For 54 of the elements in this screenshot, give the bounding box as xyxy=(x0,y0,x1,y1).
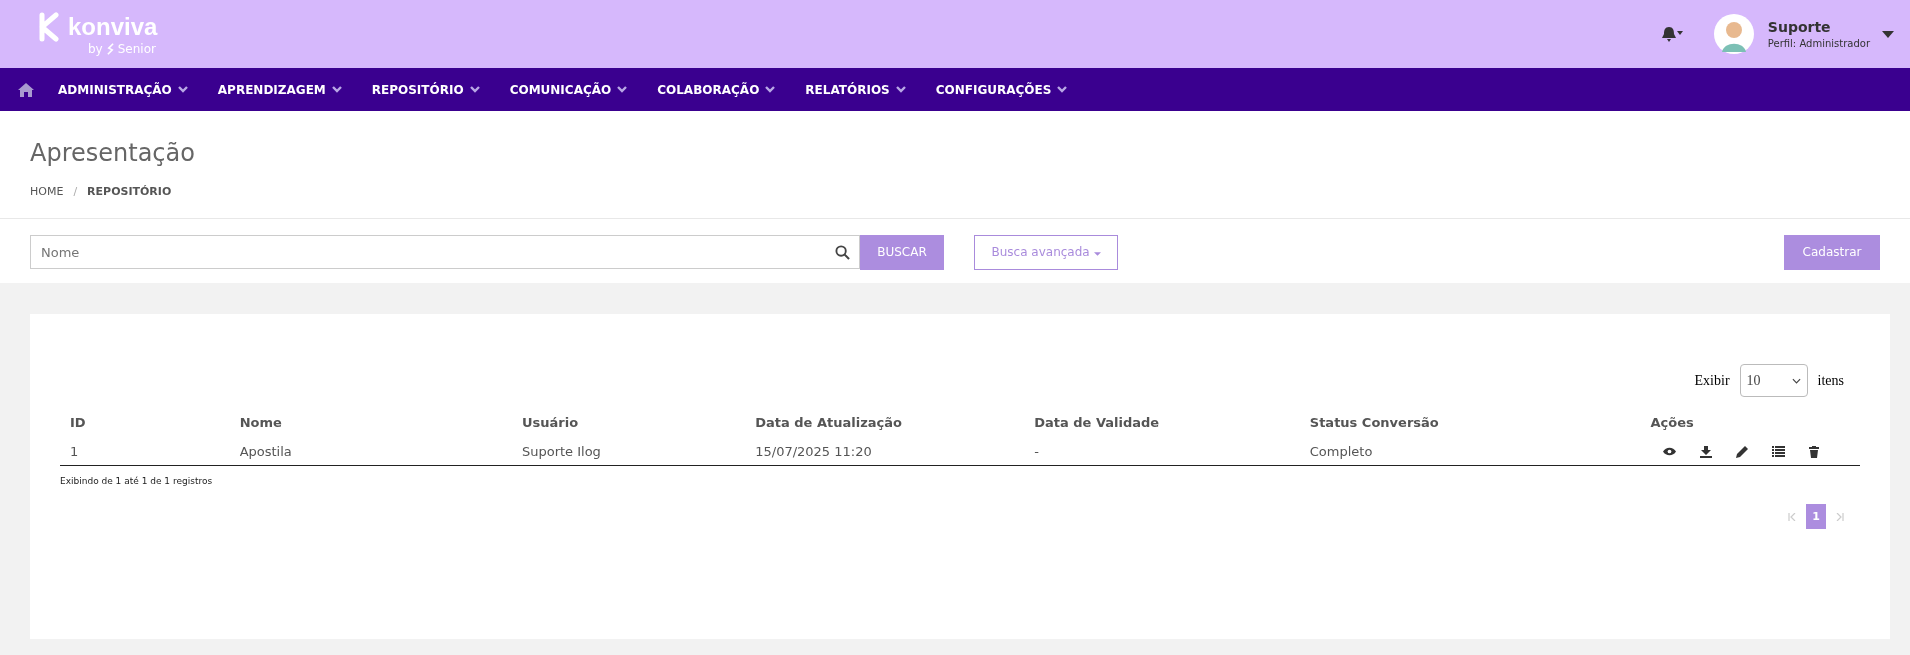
chevron-icon[interactable] xyxy=(1057,86,1068,93)
page-title: Apresentação xyxy=(30,138,196,167)
nav-menu-item[interactable]: APRENDIZAGEM xyxy=(217,82,342,97)
page-size-select[interactable]: 10 xyxy=(1739,364,1808,397)
chevron-icon xyxy=(1791,377,1801,384)
user-profile: Perfil: Administrador xyxy=(1767,38,1870,49)
chevron-icon[interactable] xyxy=(469,86,480,93)
column-header: Nome xyxy=(238,414,283,432)
page-size-label: Exibir xyxy=(1694,372,1730,389)
caret-icon xyxy=(1093,252,1101,256)
logo-icon xyxy=(38,12,62,42)
chevron-icon[interactable] xyxy=(895,86,906,93)
column-header: Ações xyxy=(1649,414,1695,432)
nav-menu-item[interactable]: CONFIGURAÇÕES xyxy=(935,82,1068,97)
column-header: ID xyxy=(69,414,87,432)
breadcrumb-link[interactable]: REPOSITÓRIO xyxy=(87,185,172,198)
table-cell: Suporte Ilog xyxy=(511,438,746,466)
nav-menu-item[interactable]: COLABORAÇÃO xyxy=(657,82,776,97)
caret-icon[interactable] xyxy=(1882,30,1894,38)
table-cell: Completo xyxy=(1299,438,1641,466)
column-header: Status Conversão xyxy=(1308,414,1440,432)
chevron-icon[interactable] xyxy=(765,86,776,93)
column-header: Data de Validade xyxy=(1033,414,1161,432)
table-cell: 15/07/2025 11:20 xyxy=(745,438,1025,466)
breadcrumb-link[interactable]: HOME xyxy=(30,185,64,198)
partner-name: Senior xyxy=(117,42,156,56)
nav-menu-item[interactable]: ADMINISTRAÇÃO xyxy=(58,82,188,97)
search-field[interactable]: Nome xyxy=(30,235,860,269)
bell-icon[interactable] xyxy=(1661,26,1684,42)
breadcrumb-separator: / xyxy=(73,185,78,198)
home-icon[interactable] xyxy=(18,82,34,97)
chevron-icon[interactable] xyxy=(177,86,188,93)
s-logo-icon xyxy=(105,42,115,56)
table-cell: Apostila xyxy=(229,438,512,466)
table-cell: - xyxy=(1024,438,1300,466)
nav-menu-item[interactable]: REPOSITÓRIO xyxy=(371,82,480,97)
brand-byline: by xyxy=(88,42,103,56)
trash-icon[interactable] xyxy=(1808,445,1819,458)
chevron-icon[interactable] xyxy=(331,86,342,93)
column-header: Usuário xyxy=(520,414,580,432)
search-icon[interactable] xyxy=(835,245,850,260)
table-cell: 1 xyxy=(60,438,230,466)
pencil-icon[interactable] xyxy=(1735,445,1748,458)
column-header: Data de Atualização xyxy=(754,414,903,432)
eye-icon[interactable] xyxy=(1662,447,1676,456)
page-size-suffix: itens xyxy=(1817,372,1844,389)
download-icon[interactable] xyxy=(1699,445,1712,458)
brand-name: konviva xyxy=(68,13,158,41)
user-name: Suporte xyxy=(1767,19,1832,35)
nav-menu-item[interactable]: RELATÓRIOS xyxy=(805,82,906,97)
chevron-icon[interactable] xyxy=(617,86,628,93)
nav-menu-item[interactable]: COMUNICAÇÃO xyxy=(509,82,628,97)
list-icon[interactable] xyxy=(1771,446,1785,457)
records-summary: Exibindo de 1 até 1 de 1 registros xyxy=(60,476,214,486)
